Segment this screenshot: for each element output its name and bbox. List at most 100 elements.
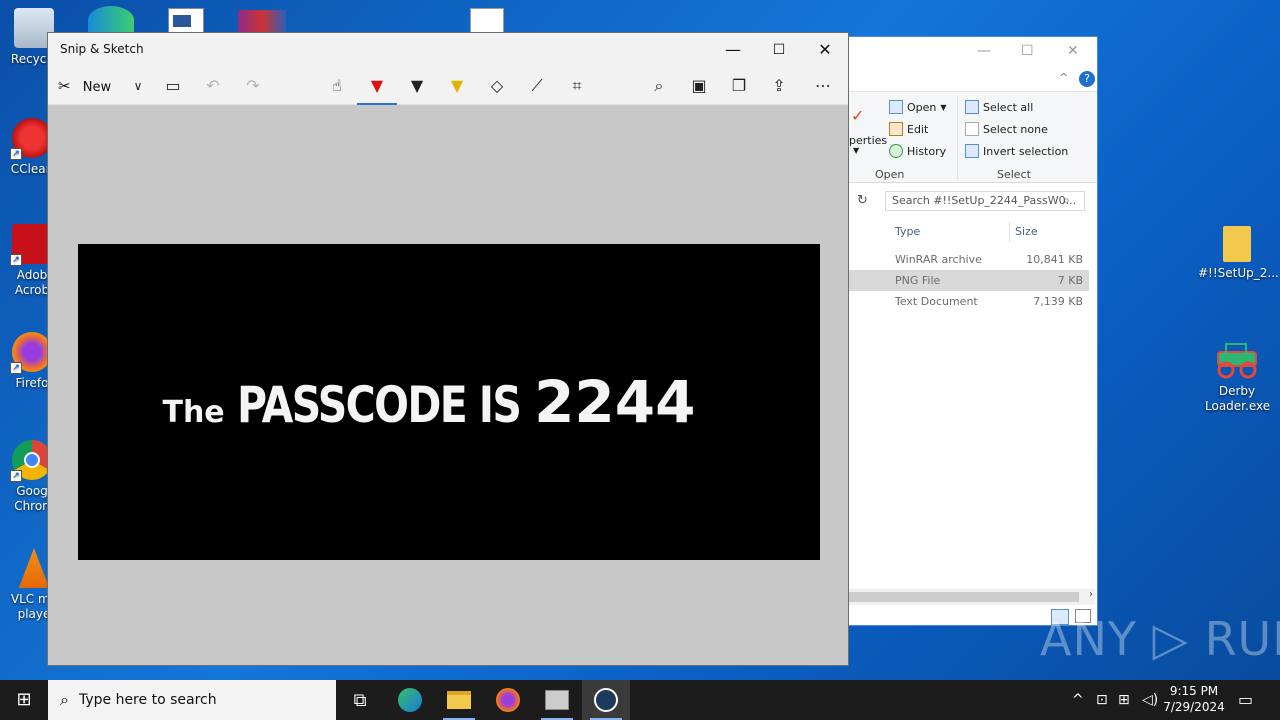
file-size: 10,841 KB — [1026, 253, 1083, 266]
address-bar-area: ↻ Search #!!SetUp_2244_PassW0... ⌕ — [849, 189, 1097, 215]
winrar-archive-icon[interactable] — [238, 10, 286, 34]
folder-icon — [447, 691, 471, 709]
eraser-icon[interactable]: ◇ — [482, 73, 512, 99]
more-options-icon[interactable]: ⋯ — [808, 73, 838, 99]
taskbar-firefox[interactable] — [484, 680, 532, 720]
maximize-button[interactable]: ☐ — [1021, 43, 1034, 59]
ballpoint-pen-icon[interactable]: ▼ — [357, 73, 397, 105]
touch-writing-icon[interactable]: ☝ — [322, 73, 352, 99]
edge-icon — [398, 688, 422, 712]
ribbon-collapse-icon[interactable]: ^ — [1059, 71, 1068, 84]
desktop-icon-setup-folder[interactable]: #!!SetUp_2... — [1198, 226, 1279, 281]
start-button[interactable]: ⊞ — [0, 680, 48, 720]
select-all-button[interactable]: Select all — [965, 100, 1033, 114]
ribbon: ✓ perties ▼ Open ▼ Edit History Open Sel… — [849, 91, 1097, 183]
ccleaner-icon: ↗ — [10, 118, 52, 160]
zoom-icon[interactable]: ⌕ — [644, 73, 674, 99]
window-title: Snip & Sketch — [60, 42, 144, 56]
open-button[interactable]: Open ▼ — [889, 100, 947, 114]
desktop-icon-label: Goog Chron — [14, 484, 50, 513]
notification-center-icon[interactable]: ▭ — [1238, 680, 1253, 720]
taskbar-edge[interactable] — [386, 680, 434, 720]
minimize-button[interactable]: — — [977, 43, 991, 59]
scrollbar-thumb[interactable] — [849, 592, 1079, 602]
properties-dropdown-icon[interactable]: ▼ — [853, 146, 859, 155]
file-type: PNG File — [895, 274, 941, 287]
minimize-button[interactable]: — — [710, 33, 756, 67]
crop-icon[interactable]: ⌗ — [562, 73, 592, 99]
task-view-icon: ⧉ — [353, 689, 367, 711]
history-button[interactable]: History — [889, 144, 946, 158]
file-explorer-window: — ☐ ✕ ^ ? ✓ perties ▼ Open ▼ Edit Histor… — [848, 36, 1098, 626]
edit-button[interactable]: Edit — [889, 122, 928, 136]
shortcut-arrow-icon: ↗ — [10, 470, 22, 482]
edit-icon — [889, 122, 903, 136]
refresh-icon[interactable]: ↻ — [857, 193, 868, 208]
search-icon: ⌕ — [1063, 193, 1070, 207]
windows-logo-icon: ⊞ — [16, 689, 32, 710]
new-snip-button[interactable]: ✂ New — [58, 73, 111, 99]
desktop-icon-label: Adob Acrob — [14, 268, 50, 297]
scroll-right-icon[interactable]: › — [1089, 589, 1093, 600]
select-none-button[interactable]: Select none — [965, 122, 1048, 136]
taskbar-clock[interactable]: 9:15 PM 7/29/2024 — [1158, 683, 1230, 715]
word-document-icon[interactable] — [168, 8, 204, 34]
help-icon[interactable]: ? — [1079, 71, 1095, 87]
file-type: WinRAR archive — [895, 253, 982, 266]
firefox-icon: ↗ — [10, 332, 52, 374]
clock-date: 7/29/2024 — [1163, 700, 1225, 714]
chrome-icon: ↗ — [10, 440, 52, 482]
select-all-label: Select all — [983, 100, 1034, 114]
close-button[interactable]: ✕ — [802, 33, 848, 67]
desktop-icon-label: #!!SetUp_2... — [1198, 266, 1279, 280]
tray-ethernet-icon[interactable]: ⊞ — [1118, 680, 1130, 720]
image-word-the: The — [162, 395, 225, 430]
ruler-icon[interactable]: ⟋ — [522, 73, 552, 99]
acrobat-icon: ↗ — [10, 224, 52, 266]
new-dropdown-chevron-icon[interactable]: ∨ — [123, 73, 153, 99]
tray-volume-icon[interactable]: ◁) — [1142, 680, 1158, 720]
snip-sketch-icon — [594, 688, 618, 712]
open-icon — [889, 100, 903, 114]
select-none-icon — [965, 122, 979, 136]
jeep-icon — [1212, 340, 1262, 380]
pencil-icon[interactable]: ▼ — [402, 73, 432, 99]
list-item-selected[interactable]: PNG File 7 KB — [849, 270, 1089, 291]
snip-image-canvas[interactable]: The PASSCODE IS 2244 — [78, 244, 820, 560]
search-icon: ⌕ — [60, 690, 69, 709]
horizontal-scrollbar[interactable]: › — [849, 589, 1095, 605]
shortcut-arrow-icon: ↗ — [10, 148, 22, 160]
shortcut-arrow-icon: ↗ — [10, 362, 22, 374]
share-icon[interactable]: ⇪ — [764, 73, 794, 99]
open-file-icon[interactable]: ▭ — [158, 73, 188, 99]
taskbar-app-window[interactable] — [533, 680, 581, 720]
desktop-icon-derby-loader[interactable]: Derby Loader.exe — [1198, 340, 1276, 414]
tray-overflow-chevron-icon[interactable]: ^ — [1072, 680, 1084, 720]
invert-selection-button[interactable]: Invert selection — [965, 144, 1068, 158]
highlighter-icon[interactable]: ▼ — [442, 73, 472, 99]
edge-desktop-icon[interactable] — [88, 6, 134, 34]
search-input[interactable]: Search #!!SetUp_2244_PassW0... — [885, 191, 1085, 211]
desktop-icon-label: Derby Loader.exe — [1205, 384, 1271, 413]
edit-label: Edit — [907, 122, 929, 136]
maximize-button[interactable]: ☐ — [756, 33, 802, 67]
redo-icon[interactable]: ↷ — [238, 73, 268, 99]
column-header-size[interactable]: Size — [1015, 225, 1038, 238]
text-document-icon[interactable] — [470, 8, 504, 34]
ribbon-group-open: Open — [875, 168, 905, 181]
list-item[interactable]: WinRAR archive 10,841 KB — [849, 249, 1089, 270]
ribbon-divider — [957, 96, 958, 180]
taskbar-file-explorer[interactable] — [435, 680, 483, 720]
task-view-button[interactable]: ⧉ — [336, 680, 384, 720]
taskbar-search-input[interactable]: ⌕ Type here to search — [48, 680, 336, 720]
taskbar-snip-sketch[interactable] — [582, 680, 630, 720]
copy-icon[interactable]: ❐ — [724, 73, 754, 99]
close-button[interactable]: ✕ — [1067, 43, 1079, 59]
save-icon[interactable]: ▣ — [684, 73, 714, 99]
undo-icon[interactable]: ↶ — [198, 73, 228, 99]
list-item[interactable]: Text Document 7,139 KB — [849, 291, 1089, 312]
new-label: New — [82, 80, 112, 95]
select-none-label: Select none — [983, 122, 1048, 136]
column-header-type[interactable]: Type — [895, 225, 920, 238]
tray-network-status-icon[interactable]: ⊡ — [1096, 680, 1108, 720]
